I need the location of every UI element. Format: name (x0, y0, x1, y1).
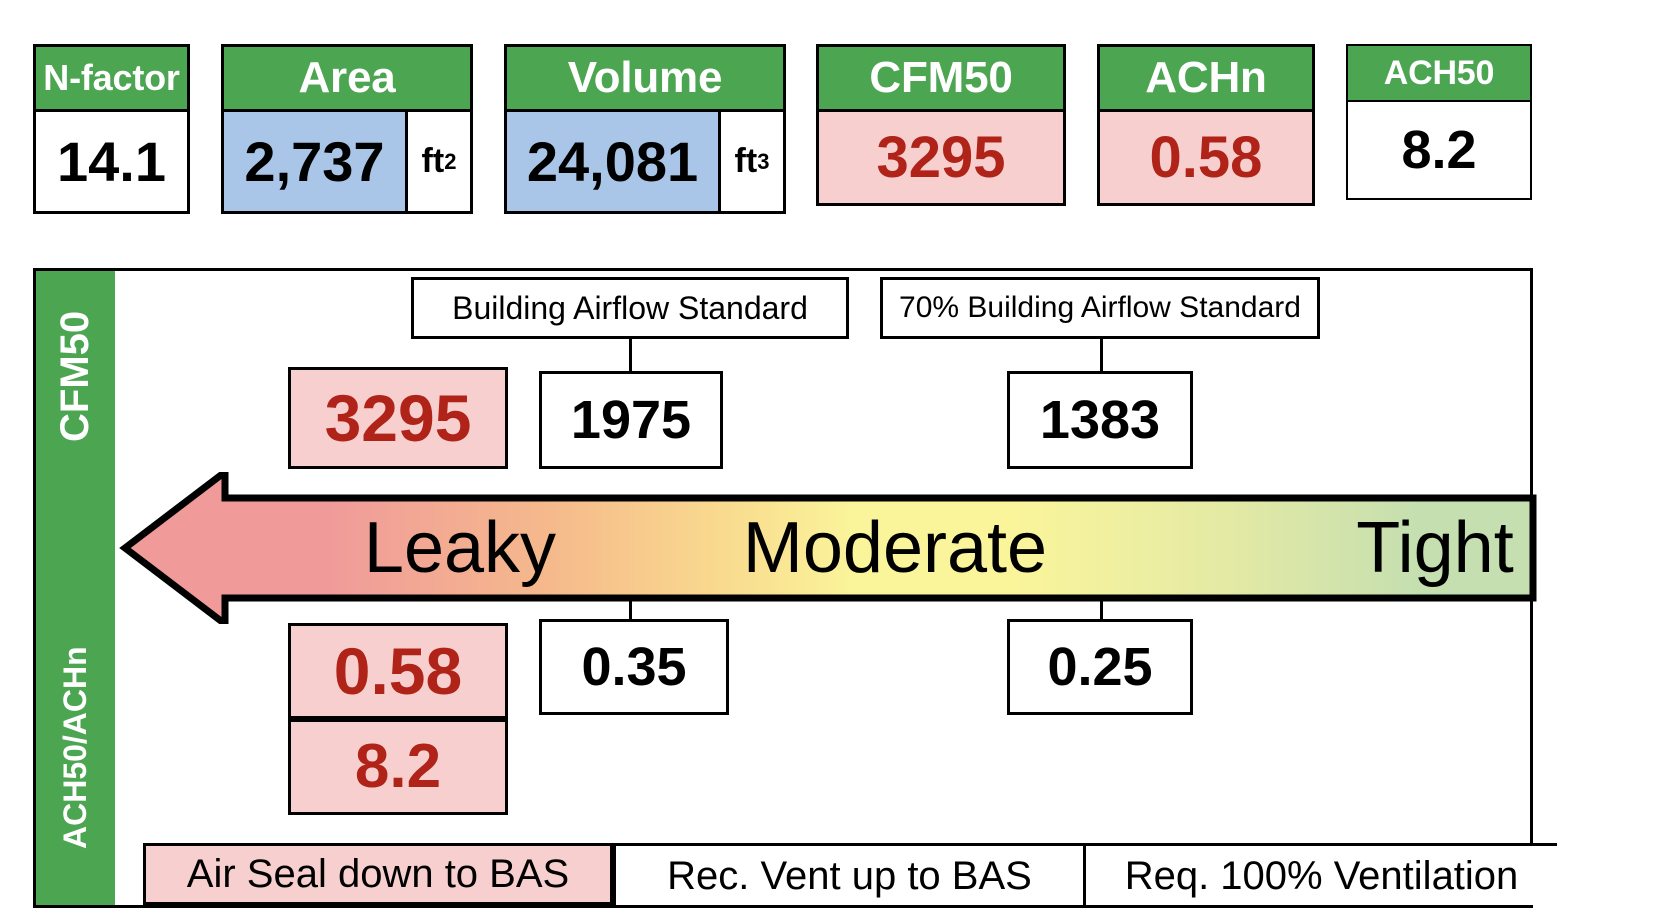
stat-card-area: Area 2,737 ft 2 (221, 44, 473, 214)
achn-measured-value: 0.58 (288, 623, 508, 719)
stat-card-body: 3295 (819, 109, 1063, 203)
band-label-moderate: Moderate (742, 508, 1048, 588)
stat-card-label: Volume (507, 47, 783, 109)
stat-card-body: 2,737 ft 2 (224, 109, 470, 211)
stat-card-unit: ft 3 (734, 142, 770, 180)
stat-card-value: 2,737 (224, 112, 408, 211)
recommended-action-row: Air Seal down to BAS Rec. Vent up to BAS… (115, 843, 1557, 905)
stat-card-body: 0.58 (1100, 109, 1312, 203)
panel-content: Building Airflow Standard 70% Building A… (115, 271, 1537, 905)
stat-card-ach50: ACH50 8.2 (1346, 44, 1532, 200)
connector-line-bas-top (629, 339, 632, 373)
action-rec-vent-up-to-bas: Rec. Vent up to BAS (613, 843, 1083, 905)
band-label-tight: Tight (1356, 508, 1514, 588)
sidebar-label-ach50-achn: ACH50/ACHn (57, 646, 93, 850)
stat-card-label: N-factor (36, 47, 187, 109)
stat-card-value: 0.58 (1100, 112, 1312, 203)
stat-card-volume: Volume 24,081 ft 3 (504, 44, 786, 214)
stat-card-body: 14.1 (36, 109, 187, 211)
airtightness-scale-panel: CFM50 ACH50/ACHn Building Airflow Standa… (33, 268, 1557, 908)
stat-card-label: CFM50 (819, 47, 1063, 109)
stat-card-value: 14.1 (57, 129, 166, 193)
action-air-seal-down-to-bas: Air Seal down to BAS (143, 843, 613, 905)
action-req-100-percent-ventilation: Req. 100% Ventilation (1083, 843, 1557, 905)
stat-card-label: ACHn (1100, 47, 1312, 109)
stat-card-value: 24,081 (507, 112, 721, 211)
ach50-measured-value: 8.2 (288, 719, 508, 815)
band-label-leaky: Leaky (363, 508, 557, 588)
cfm50-measured-value: 3295 (288, 367, 508, 469)
stat-card-achn: ACHn 0.58 (1097, 44, 1315, 206)
connector-line-bas70-top (1100, 339, 1103, 373)
stat-card-label: Area (224, 47, 470, 109)
stat-card-value: 8.2 (1401, 120, 1477, 180)
stat-card-n-factor: N-factor 14.1 (33, 44, 190, 214)
sidebar-label-cfm50: CFM50 (53, 310, 97, 442)
unit-base: ft (734, 142, 758, 180)
summary-stat-strip: N-factor 14.1 Area 2,737 ft 2 Volume 24,0… (0, 44, 1666, 214)
stat-card-cfm50: CFM50 3295 (816, 44, 1066, 206)
building-airflow-standard-label: Building Airflow Standard (411, 277, 849, 339)
achn-bas70-target: 0.25 (1007, 619, 1193, 715)
cfm50-bas-target: 1975 (539, 371, 723, 469)
panel-sidebar: CFM50 ACH50/ACHn (36, 271, 115, 905)
seventy-percent-building-airflow-standard-label: 70% Building Airflow Standard (880, 277, 1320, 339)
connector-line-bas-bottom (629, 587, 632, 623)
stat-card-unit: ft 2 (421, 142, 457, 180)
stat-card-label: ACH50 (1348, 46, 1530, 100)
stat-card-value: 3295 (819, 112, 1063, 203)
unit-base: ft (421, 142, 445, 180)
cfm50-bas70-target: 1383 (1007, 371, 1193, 469)
achn-bas-target: 0.35 (539, 619, 729, 715)
stat-card-body: 24,081 ft 3 (507, 109, 783, 211)
stat-card-body: 8.2 (1348, 100, 1530, 198)
